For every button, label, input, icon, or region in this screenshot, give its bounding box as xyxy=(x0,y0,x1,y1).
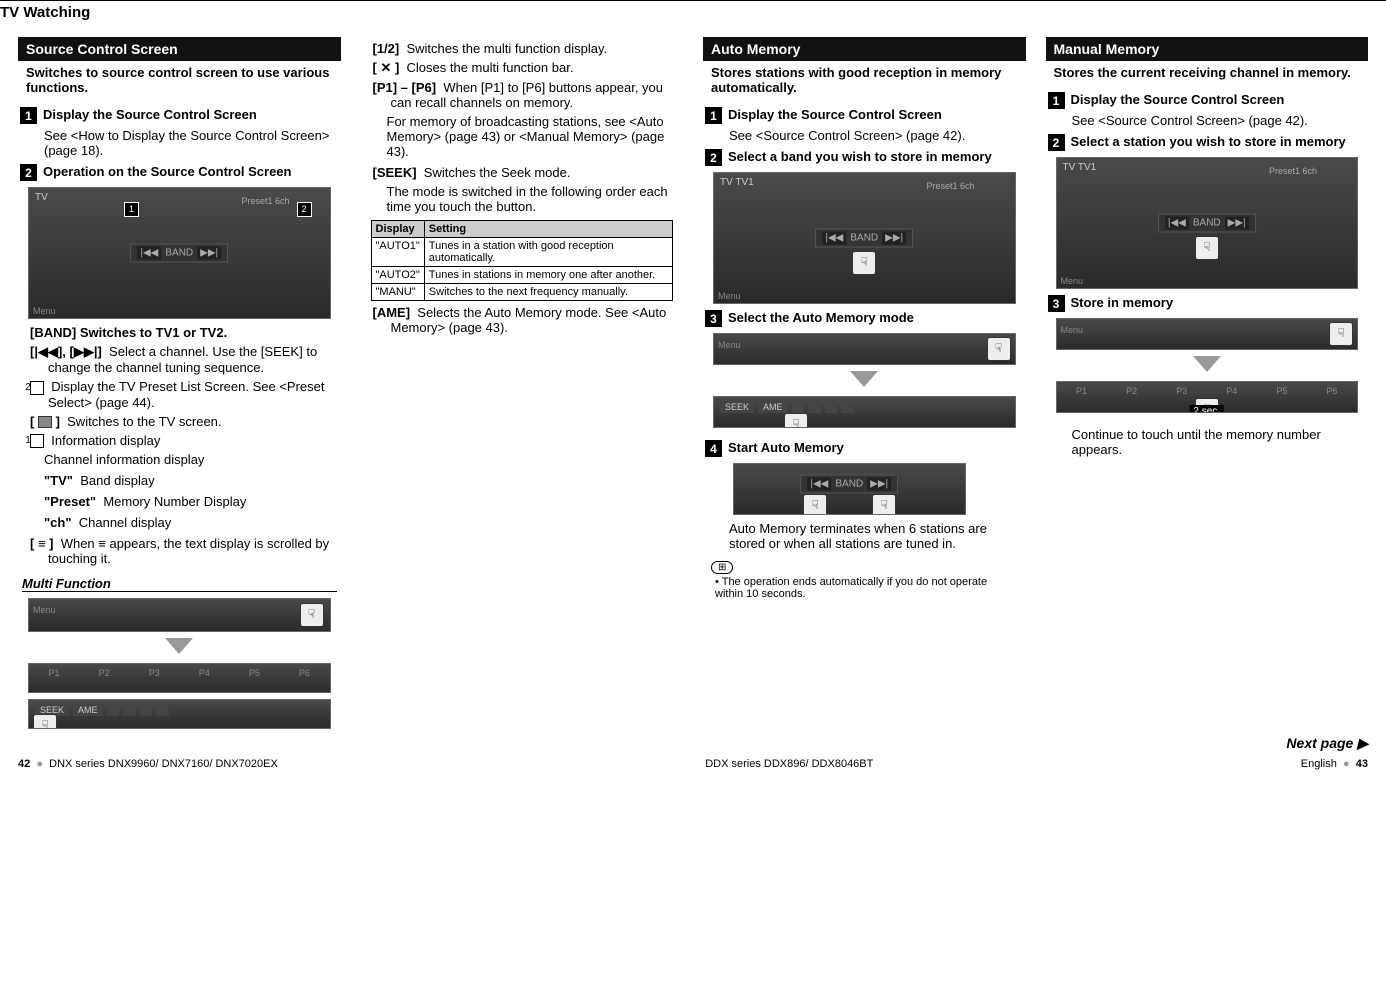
item-prevnext: [|◀◀], [▶▶|] Select a channel. Use the [… xyxy=(30,344,333,375)
step-number-icon: 3 xyxy=(1048,295,1065,312)
pointer-icon: ☟ xyxy=(803,494,827,515)
screenshot-seek-row: SEEKAME ☟ xyxy=(28,699,331,729)
page-header: TV Watching xyxy=(0,0,1386,21)
item-box2: 2 Display the TV Preset List Screen. See… xyxy=(30,379,333,410)
page-body: Source Control Screen Switches to source… xyxy=(0,27,1386,735)
item-band: [BAND] Switches to TV1 or TV2. xyxy=(30,325,333,340)
screenshot-start-auto-memory: |◀◀BAND▶▶| ☟ ☟ xyxy=(733,463,966,515)
screenshot-seek-ame: SEEKAME ☟ xyxy=(713,396,1016,428)
step-number-icon: 2 xyxy=(20,164,37,181)
next-page-link[interactable]: Next page ▶ xyxy=(0,735,1386,752)
source-control-intro: Switches to source control screen to use… xyxy=(18,61,341,103)
auto-memory-intro: Stores stations with good reception in m… xyxy=(703,61,1026,103)
lang-label: English xyxy=(1301,758,1337,770)
column-4: Manual Memory Stores the current receivi… xyxy=(1046,37,1369,735)
manual-memory-title: Manual Memory xyxy=(1046,37,1369,61)
series-right: DDX series DDX896/ DDX8046BT xyxy=(705,758,873,770)
down-arrow-icon xyxy=(18,638,341,657)
screenshot-menu-bar: Menu ☟ xyxy=(28,598,331,632)
manual-memory-intro: Stores the current receiving channel in … xyxy=(1046,61,1369,88)
tv-screen-icon xyxy=(38,416,52,428)
step-1: 1 Display the Source Control Screen xyxy=(20,107,339,124)
band-button[interactable]: |◀◀BAND▶▶| xyxy=(1158,214,1256,233)
step-1-body: See <How to Display the Source Control S… xyxy=(44,128,333,158)
note-text: • The operation ends automatically if yo… xyxy=(715,576,1018,600)
multi-function-title: Multi Function xyxy=(22,576,337,592)
seek-mode-table: DisplaySetting "AUTO1"Tunes in a station… xyxy=(371,220,674,301)
screenshot-station-select: TV TV1 Preset1 6ch |◀◀BAND▶▶| ☟ Menu xyxy=(1056,157,1359,289)
step-number-icon: 3 xyxy=(705,310,722,327)
step-1-title: Display the Source Control Screen xyxy=(43,107,257,122)
page-number-right: 43 xyxy=(1356,758,1368,770)
band-button[interactable]: |◀◀BAND▶▶| xyxy=(800,475,898,494)
step-number-icon: 2 xyxy=(1048,134,1065,151)
auto-memory-title: Auto Memory xyxy=(703,37,1026,61)
column-3: Auto Memory Stores stations with good re… xyxy=(703,37,1026,735)
screenshot-preset-row: P1P2P3 P4P5P6 xyxy=(28,663,331,693)
pointer-icon: ☟ xyxy=(1195,236,1219,260)
column-1: Source Control Screen Switches to source… xyxy=(18,37,341,735)
band-button[interactable]: |◀◀BAND▶▶| xyxy=(815,229,913,248)
pointer-icon: ☟ xyxy=(987,337,1011,361)
note-icon: ⊞ xyxy=(711,561,733,574)
item-scroll: [ ≡ ] When ≡ appears, the text display i… xyxy=(30,536,333,566)
screenshot-source-control: TV Preset1 6ch 1 2 |◀◀ BAND ▶▶| Menu xyxy=(28,187,331,319)
screenshot-preset-row: P1P2P3 P4P5P6 ☟ 2 sec. xyxy=(1056,381,1359,413)
footer: 42 ● DNX series DNX9960/ DNX7160/ DNX702… xyxy=(0,752,1386,780)
page-number-left: 42 xyxy=(18,758,30,770)
step-number-icon: 2 xyxy=(705,149,722,166)
screenshot-band-select: TV TV1 Preset1 6ch |◀◀BAND▶▶| ☟ Menu xyxy=(713,172,1016,304)
duration-tag: 2 sec. xyxy=(1189,405,1224,413)
pointer-icon: ☟ xyxy=(1329,322,1353,346)
down-arrow-icon xyxy=(1046,356,1369,375)
pointer-icon: ☟ xyxy=(872,494,896,515)
info-channel: Channel information display xyxy=(44,452,333,467)
pointer-icon: ☟ xyxy=(300,603,324,627)
down-arrow-icon xyxy=(703,371,1026,390)
item-box1: 1 Information display xyxy=(30,433,333,449)
step-2-title: Operation on the Source Control Screen xyxy=(43,164,291,179)
step-number-icon: 1 xyxy=(1048,92,1065,109)
column-2: [1/2] Switches the multi function displa… xyxy=(361,37,684,735)
step-2: 2 Operation on the Source Control Screen xyxy=(20,164,339,181)
item-tvscreen: [ ] Switches to the TV screen. xyxy=(30,414,333,429)
band-button[interactable]: |◀◀ BAND ▶▶| xyxy=(130,244,228,263)
screenshot-menu-bar: Menu ☟ xyxy=(1056,318,1359,350)
pointer-icon: ☟ xyxy=(852,251,876,275)
step-number-icon: 1 xyxy=(20,107,37,124)
screenshot-menu-bar: Menu ☟ xyxy=(713,333,1016,365)
pointer-icon: ☟ xyxy=(33,714,57,729)
source-control-title: Source Control Screen xyxy=(18,37,341,61)
step-number-icon: 4 xyxy=(705,440,722,457)
pointer-icon: ☟ xyxy=(784,413,808,428)
series-left: DNX series DNX9960/ DNX7160/ DNX7020EX xyxy=(49,758,278,770)
step-number-icon: 1 xyxy=(705,107,722,124)
